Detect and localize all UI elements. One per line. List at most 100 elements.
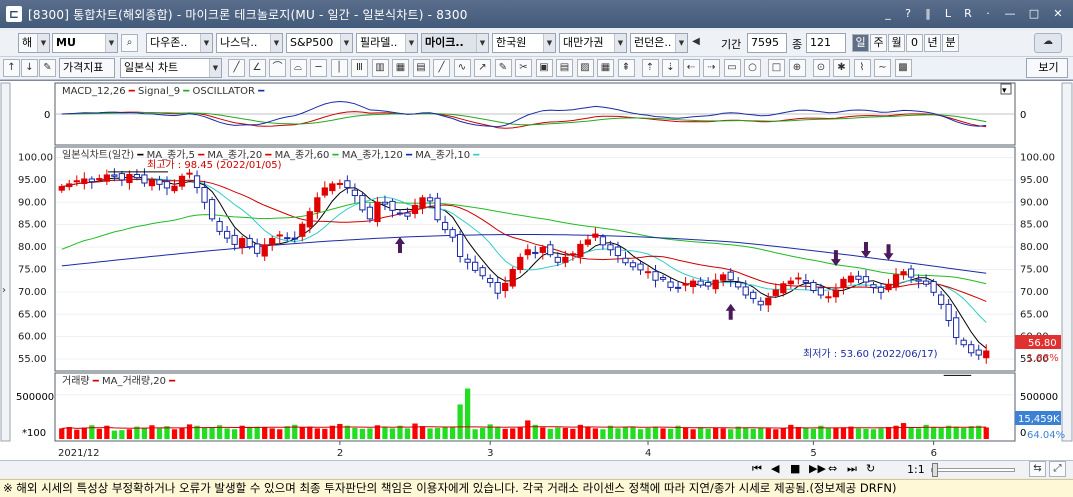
- volume-bar: [592, 428, 599, 439]
- macd-legend-sep2: ━: [182, 86, 192, 97]
- star-icon[interactable]: ✱: [833, 59, 850, 77]
- first-icon[interactable]: ⏮: [752, 462, 762, 476]
- view-button[interactable]: 보기: [1026, 58, 1068, 78]
- period-minute-button[interactable]: 분: [942, 34, 959, 52]
- lock-button[interactable]: L: [939, 5, 957, 22]
- pen-icon[interactable]: ✎: [494, 59, 512, 77]
- symbol-tab-sp500[interactable]: S&P500 ▼: [286, 33, 353, 53]
- hline-icon[interactable]: ─: [310, 59, 327, 77]
- symbol-tab-taiwan[interactable]: 대만가권 ▼: [559, 33, 627, 53]
- period-month-button[interactable]: 월: [888, 34, 905, 52]
- vline-icon[interactable]: │: [330, 59, 348, 77]
- retrace-icon[interactable]: ▤: [412, 59, 430, 77]
- arc-icon[interactable]: ⌒: [269, 59, 286, 77]
- stop-icon[interactable]: ■: [790, 462, 800, 475]
- fan-icon[interactable]: ⌓: [289, 59, 307, 77]
- restore-layout-button[interactable]: R: [959, 5, 977, 22]
- chart-area[interactable]: › MACD_12,26 ━ Signal_9 ━ OSCILLATOR ━ 0…: [0, 80, 1073, 461]
- candle-body: [975, 349, 982, 356]
- edit-icon[interactable]: ✎: [39, 59, 56, 77]
- count-input[interactable]: 121: [806, 33, 846, 53]
- close-button[interactable]: ✕: [1047, 5, 1069, 22]
- candle-body: [171, 185, 178, 192]
- symbol-tab-philadelphia[interactable]: 필라델.. ▼: [356, 33, 418, 53]
- symbol-tab-dow[interactable]: 다우존.. ▼: [146, 33, 213, 53]
- grid-icon[interactable]: ▥: [371, 59, 389, 77]
- symbol-input[interactable]: MU ▼: [52, 33, 118, 53]
- pan-icon[interactable]: ⇔: [828, 462, 837, 475]
- link-button[interactable]: ‖: [919, 5, 937, 22]
- symbol-tab-london-silver[interactable]: 런던은.. ▼: [630, 33, 688, 53]
- wave-icon[interactable]: ∿: [453, 59, 471, 77]
- circle-icon[interactable]: ○: [744, 59, 761, 77]
- candle-body: [765, 297, 772, 306]
- market-select[interactable]: 해 ▼: [18, 33, 50, 53]
- price-indicator-button[interactable]: 가격지표: [59, 58, 115, 78]
- zoom-in-icon[interactable]: ⊕: [788, 59, 806, 77]
- price-tick-left: 80.00: [18, 242, 47, 253]
- table-icon[interactable]: ▤: [556, 59, 573, 77]
- minimize-button[interactable]: —: [999, 5, 1021, 22]
- candle-body: [66, 183, 73, 188]
- left-scroll-handle[interactable]: [0, 82, 11, 442]
- fit-icon[interactable]: ⇆: [1029, 461, 1046, 477]
- angle-icon[interactable]: ∠: [248, 59, 266, 77]
- pattern-icon[interactable]: ▦: [597, 59, 614, 77]
- arrow-icon[interactable]: ↗: [474, 59, 491, 77]
- candle-body: [554, 256, 561, 263]
- wave2-icon[interactable]: ∼: [874, 59, 891, 77]
- period-input[interactable]: 7595: [747, 33, 787, 53]
- bar-icon[interactable]: ⌇: [853, 59, 871, 77]
- right-scroll-handle[interactable]: [1061, 82, 1073, 442]
- cloud-save-icon[interactable]: ☁: [1034, 33, 1062, 53]
- chart-canvas[interactable]: › MACD_12,26 ━ Signal_9 ━ OSCILLATOR ━ 0…: [0, 81, 1073, 461]
- candle-body: [524, 249, 531, 256]
- channel-icon[interactable]: Ⅲ: [351, 59, 368, 77]
- help-button[interactable]: ?: [899, 5, 917, 22]
- last-icon[interactable]: ⏭: [847, 462, 857, 476]
- fill-icon[interactable]: ▩: [894, 59, 912, 77]
- left-icon[interactable]: ⇠: [682, 59, 700, 77]
- refresh-icon[interactable]: ↻: [866, 462, 875, 475]
- volume-bar: [961, 427, 967, 439]
- rect-tool-icon[interactable]: ▭: [723, 59, 741, 77]
- left-collapse-icon[interactable]: ›: [2, 285, 6, 296]
- zoom-out-icon[interactable]: ⊙: [812, 59, 830, 77]
- zoom-slider-thumb[interactable]: [932, 463, 938, 477]
- prev-tab-icon[interactable]: ◀: [690, 34, 702, 52]
- pageup-icon[interactable]: ⇞: [617, 59, 635, 77]
- search-icon[interactable]: ⌕: [121, 34, 138, 52]
- arrow-down-icon[interactable]: ↓: [21, 59, 38, 77]
- options-button[interactable]: ·: [979, 5, 997, 22]
- period-week-button[interactable]: 주: [870, 34, 887, 52]
- box-icon[interactable]: ▦: [392, 59, 409, 77]
- zoom-slider[interactable]: [931, 463, 1015, 477]
- arrow-up-icon[interactable]: ↑: [3, 59, 20, 77]
- symbol-tab-micron[interactable]: 마이크.. ▼: [421, 33, 489, 53]
- candle-body: [742, 286, 749, 296]
- hatch-icon[interactable]: ▨: [576, 59, 594, 77]
- period-quarter-button[interactable]: 0: [906, 34, 923, 52]
- symbol-tab-label: 마이크..: [425, 36, 464, 49]
- minimize-to-tray-button[interactable]: _: [879, 5, 897, 22]
- period-year-button[interactable]: 년: [924, 34, 941, 52]
- symbol-tab-nasdaq[interactable]: 나스닥.. ▼: [216, 33, 283, 53]
- cut-icon[interactable]: ✂: [515, 59, 532, 77]
- macd-legend-sep3: ━: [257, 86, 265, 97]
- right-icon[interactable]: ⇢: [703, 59, 720, 77]
- square-icon[interactable]: □: [768, 59, 785, 77]
- ray-icon[interactable]: ╱: [433, 59, 450, 77]
- prev-icon[interactable]: ◀: [771, 462, 779, 475]
- candle-body: [757, 300, 764, 306]
- fast-forward-icon[interactable]: ▶▶: [809, 462, 826, 475]
- period-day-button[interactable]: 일: [852, 34, 869, 52]
- chart-type-select[interactable]: 일본식 차트 ▼: [120, 58, 222, 78]
- maximize-button[interactable]: □: [1023, 5, 1045, 22]
- symbol-tab-label: 필라델..: [360, 36, 398, 49]
- expand-icon[interactable]: ⤢: [1049, 461, 1066, 477]
- trendline-icon[interactable]: ╱: [228, 59, 245, 77]
- symbol-tab-krw[interactable]: 한국원 ▼: [492, 33, 556, 53]
- down-icon[interactable]: ⇣: [662, 59, 679, 77]
- up-icon[interactable]: ⇡: [641, 59, 659, 77]
- select-icon[interactable]: ▣: [535, 59, 553, 77]
